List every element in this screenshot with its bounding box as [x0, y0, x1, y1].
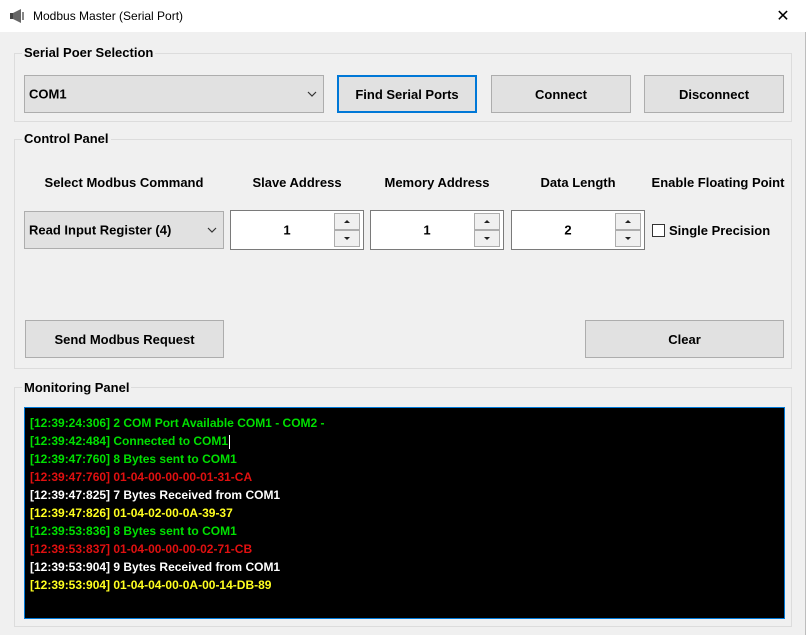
log-line: [12:39:53:904] 01-04-04-00-0A-00-14-DB-8… [30, 578, 272, 592]
triangle-down-icon [484, 237, 490, 240]
triangle-down-icon [344, 237, 350, 240]
slave-address-label: Slave Address [252, 175, 342, 190]
log-line: [12:39:53:837] 01-04-00-00-00-02-71-CB [30, 542, 253, 556]
slave-address-value: 1 [283, 222, 291, 238]
chevron-down-icon [307, 91, 317, 97]
memory-address-up-button[interactable] [474, 213, 500, 230]
memory-address-value: 1 [423, 222, 431, 238]
triangle-up-icon [625, 220, 631, 223]
disconnect-button[interactable]: Disconnect [644, 75, 784, 113]
slave-address-up-button[interactable] [334, 213, 360, 230]
log-line: [12:39:42:484] Connected to COM1 [30, 434, 231, 449]
single-precision-checkbox[interactable] [652, 224, 665, 237]
chevron-down-icon [207, 227, 217, 233]
monitor-log-textbox[interactable]: [12:39:24:306] 2 COM Port Available COM1… [24, 407, 785, 619]
slave-address-down-button[interactable] [334, 230, 360, 247]
modbus-command-select[interactable]: Read Input Register (4) [24, 211, 224, 249]
serial-port-value: COM1 [29, 86, 67, 102]
find-serial-ports-button[interactable]: Find Serial Ports [337, 75, 477, 113]
data-length-up-button[interactable] [615, 213, 641, 230]
slave-address-stepper[interactable]: 1 [230, 210, 364, 250]
log-line: [12:39:53:836] 8 Bytes sent to COM1 [30, 524, 237, 538]
triangle-up-icon [484, 220, 490, 223]
control-panel-group-title: Control Panel [22, 131, 111, 146]
modbus-master-window: Modbus Master (Serial Port) ✕ Serial Poe… [0, 0, 806, 635]
memory-address-label: Memory Address [384, 175, 490, 190]
log-line: [12:39:24:306] 2 COM Port Available COM1… [30, 416, 325, 430]
log-line: [12:39:47:760] 01-04-00-00-00-01-31-CA [30, 470, 253, 484]
connect-button[interactable]: Connect [491, 75, 631, 113]
window-title: Modbus Master (Serial Port) [33, 9, 184, 23]
log-line: [12:39:53:904] 9 Bytes Received from COM… [30, 560, 281, 574]
title-bar: Modbus Master (Serial Port) ✕ [0, 0, 806, 32]
modbus-command-value: Read Input Register (4) [29, 222, 172, 238]
serial-port-select[interactable]: COM1 [24, 75, 324, 113]
data-length-down-button[interactable] [615, 230, 641, 247]
modbus-command-label: Select Modbus Command [44, 175, 204, 190]
memory-address-stepper[interactable]: 1 [370, 210, 504, 250]
text-caret [229, 434, 231, 449]
data-length-label: Data Length [540, 175, 616, 190]
log-line: [12:39:47:826] 01-04-02-00-0A-39-37 [30, 506, 233, 520]
triangle-down-icon [625, 237, 631, 240]
send-modbus-request-button[interactable]: Send Modbus Request [25, 320, 224, 358]
memory-address-spinner [474, 212, 502, 248]
memory-address-down-button[interactable] [474, 230, 500, 247]
floating-point-label: Enable Floating Point [651, 175, 785, 190]
triangle-up-icon [344, 220, 350, 223]
data-length-stepper[interactable]: 2 [511, 210, 645, 250]
slave-address-spinner [334, 212, 362, 248]
close-icon[interactable]: ✕ [760, 0, 806, 32]
data-length-spinner [615, 212, 643, 248]
clear-button[interactable]: Clear [585, 320, 784, 358]
data-length-value: 2 [564, 222, 572, 238]
single-precision-label: Single Precision [669, 223, 771, 238]
monitoring-panel-group-title: Monitoring Panel [22, 380, 132, 395]
app-icon [10, 9, 24, 23]
log-line: [12:39:47:825] 7 Bytes Received from COM… [30, 488, 281, 502]
log-line: [12:39:47:760] 8 Bytes sent to COM1 [30, 452, 237, 466]
serial-port-group-title: Serial Poer Selection [22, 45, 156, 60]
